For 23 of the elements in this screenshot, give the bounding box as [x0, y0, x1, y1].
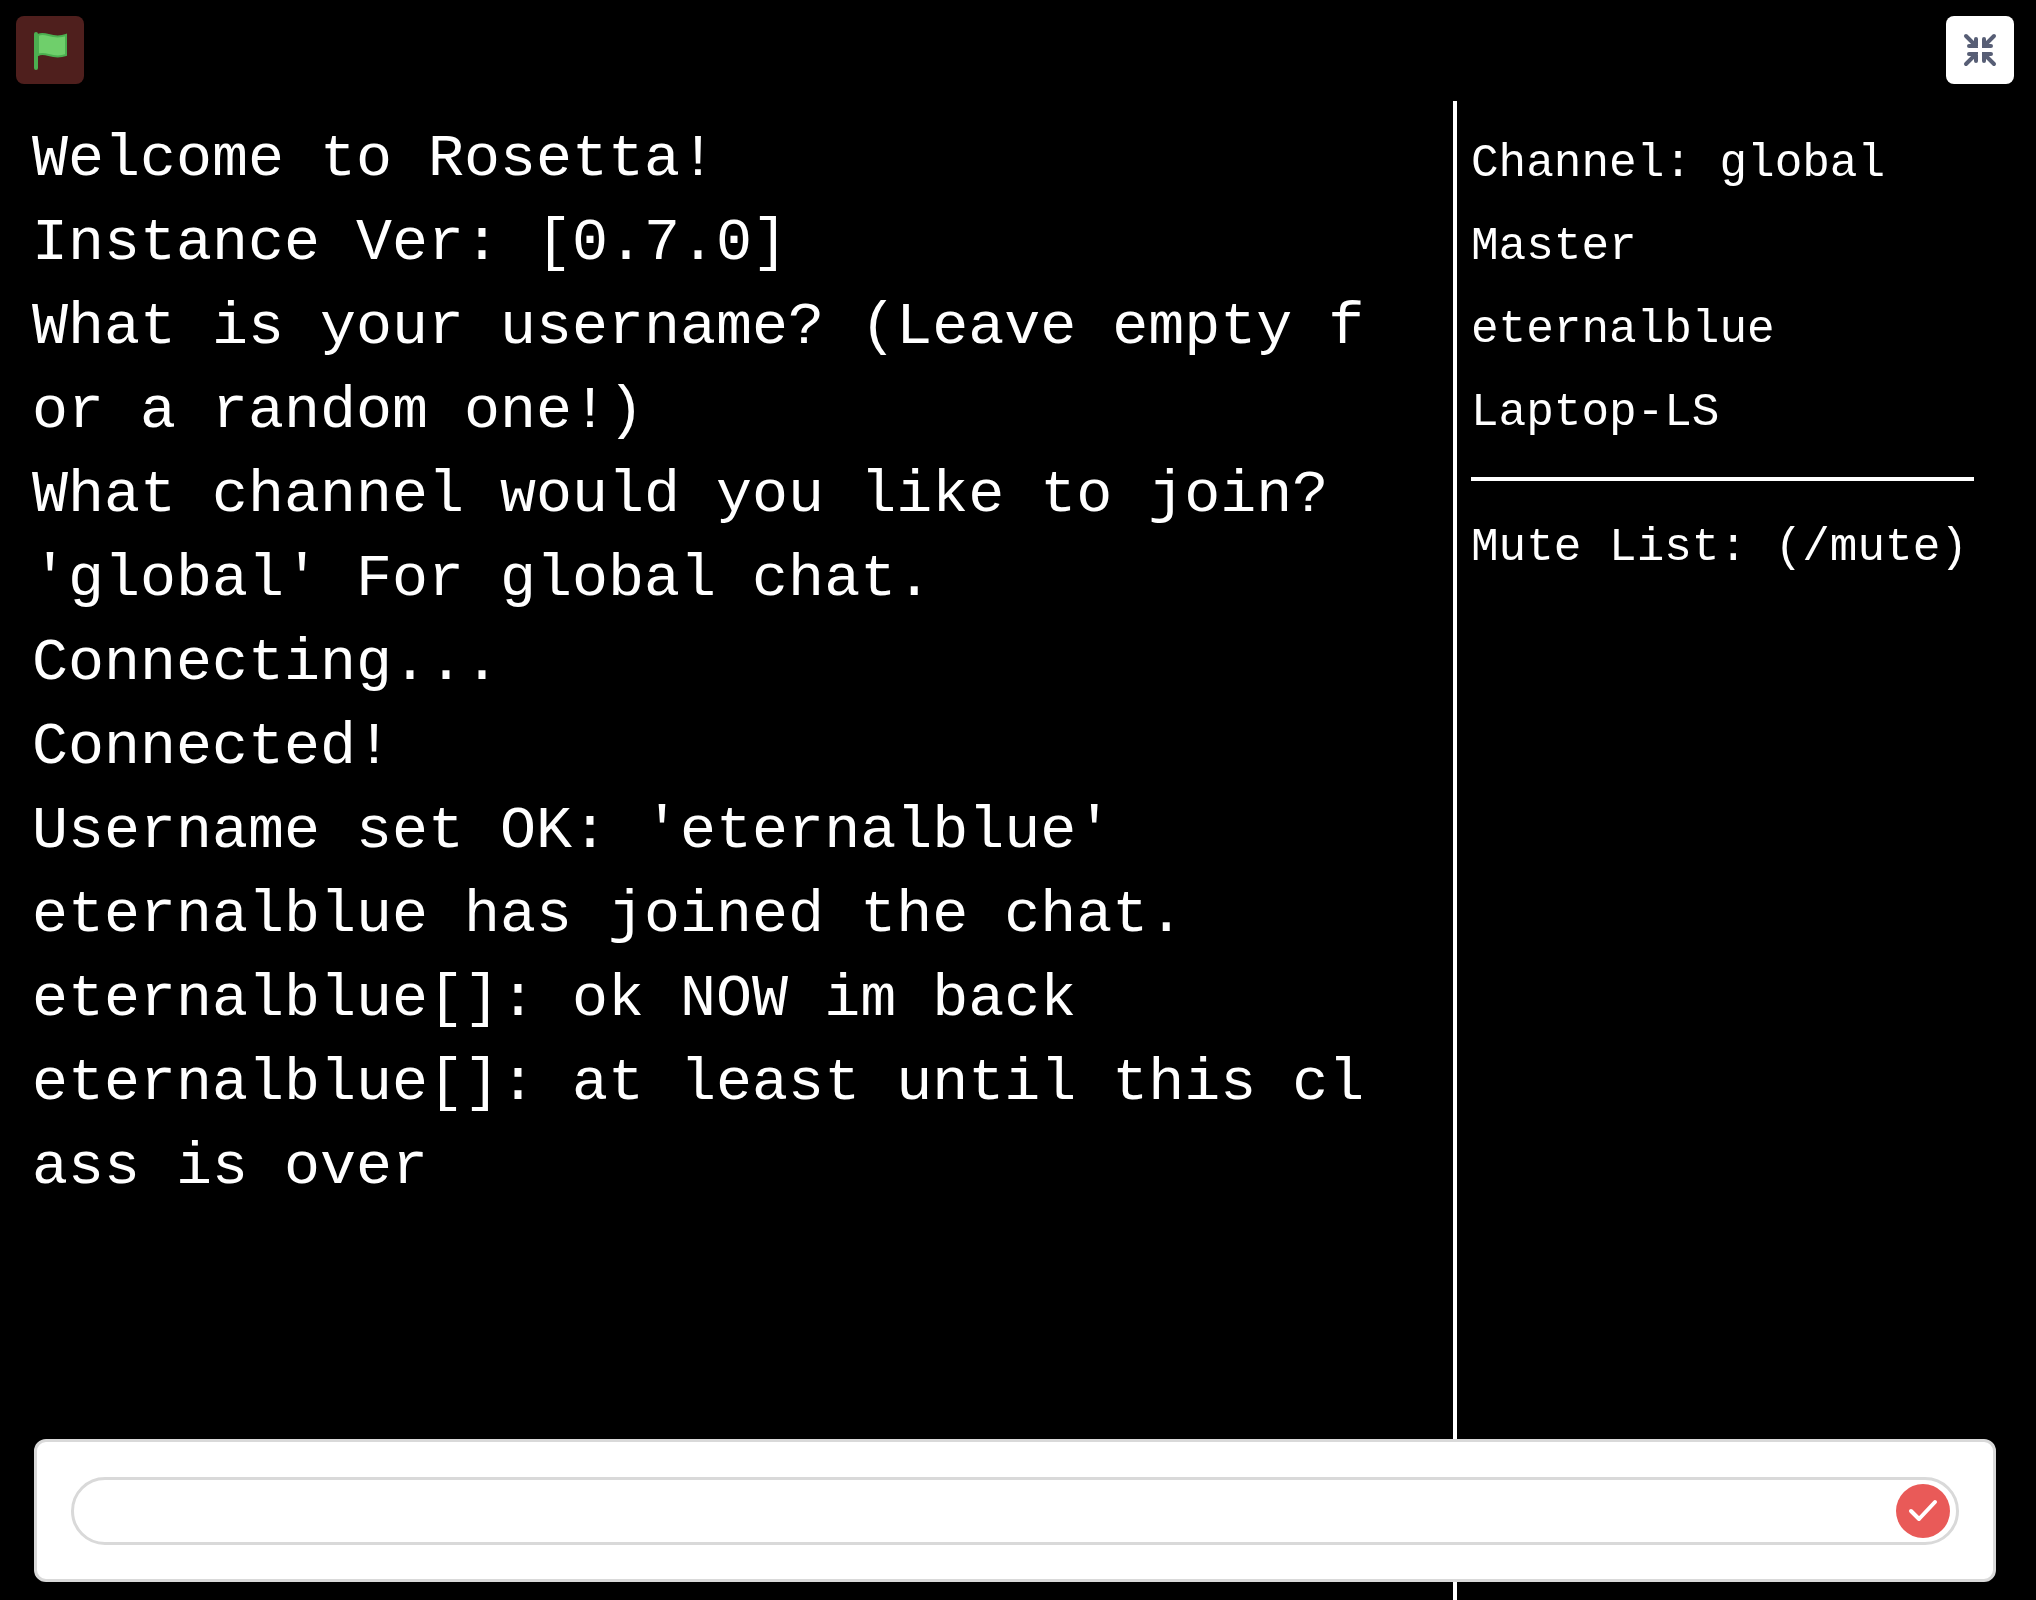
- sidebar-info-line: Laptop-LS: [1471, 386, 1720, 441]
- chat-log-line: Welcome to Rosetta!: [32, 124, 717, 195]
- chat-log-line: ass is over: [32, 1132, 429, 1203]
- sidebar-info-line: eternalblue: [1471, 303, 1775, 358]
- chat-log-line: What channel would you like to join?: [32, 460, 1329, 531]
- collapse-arrows-icon: [1963, 33, 1997, 67]
- submit-check-button[interactable]: [1896, 1483, 1950, 1538]
- mute-list-label: Mute List: (/mute): [1471, 521, 1968, 576]
- sidebar-info-line: Channel: global: [1471, 137, 1886, 192]
- chat-log-line: eternalblue has joined the chat.: [32, 880, 1185, 951]
- chat-log-line: eternalblue[]: at least until this cl: [32, 1048, 1365, 1119]
- chat-log-line: What is your username? (Leave empty f: [32, 292, 1365, 363]
- check-icon: [1908, 1497, 1938, 1524]
- exit-fullscreen-button[interactable]: [1946, 16, 2014, 84]
- chat-log-line: Connecting...: [32, 628, 501, 699]
- chat-log-line: Connected!: [32, 712, 393, 783]
- chat-log-line: 'global' For global chat.: [32, 544, 933, 615]
- chat-log-line: or a random one!): [32, 376, 645, 447]
- start-flag-button[interactable]: [16, 16, 84, 84]
- chat-log-line: Instance Ver: [0.7.0]: [32, 208, 789, 279]
- chat-log-line: eternalblue[]: ok NOW im back: [32, 964, 1077, 1035]
- sidebar-info-line: Master: [1471, 220, 1637, 275]
- chat-log-line: Username set OK: 'eternalblue': [32, 796, 1113, 867]
